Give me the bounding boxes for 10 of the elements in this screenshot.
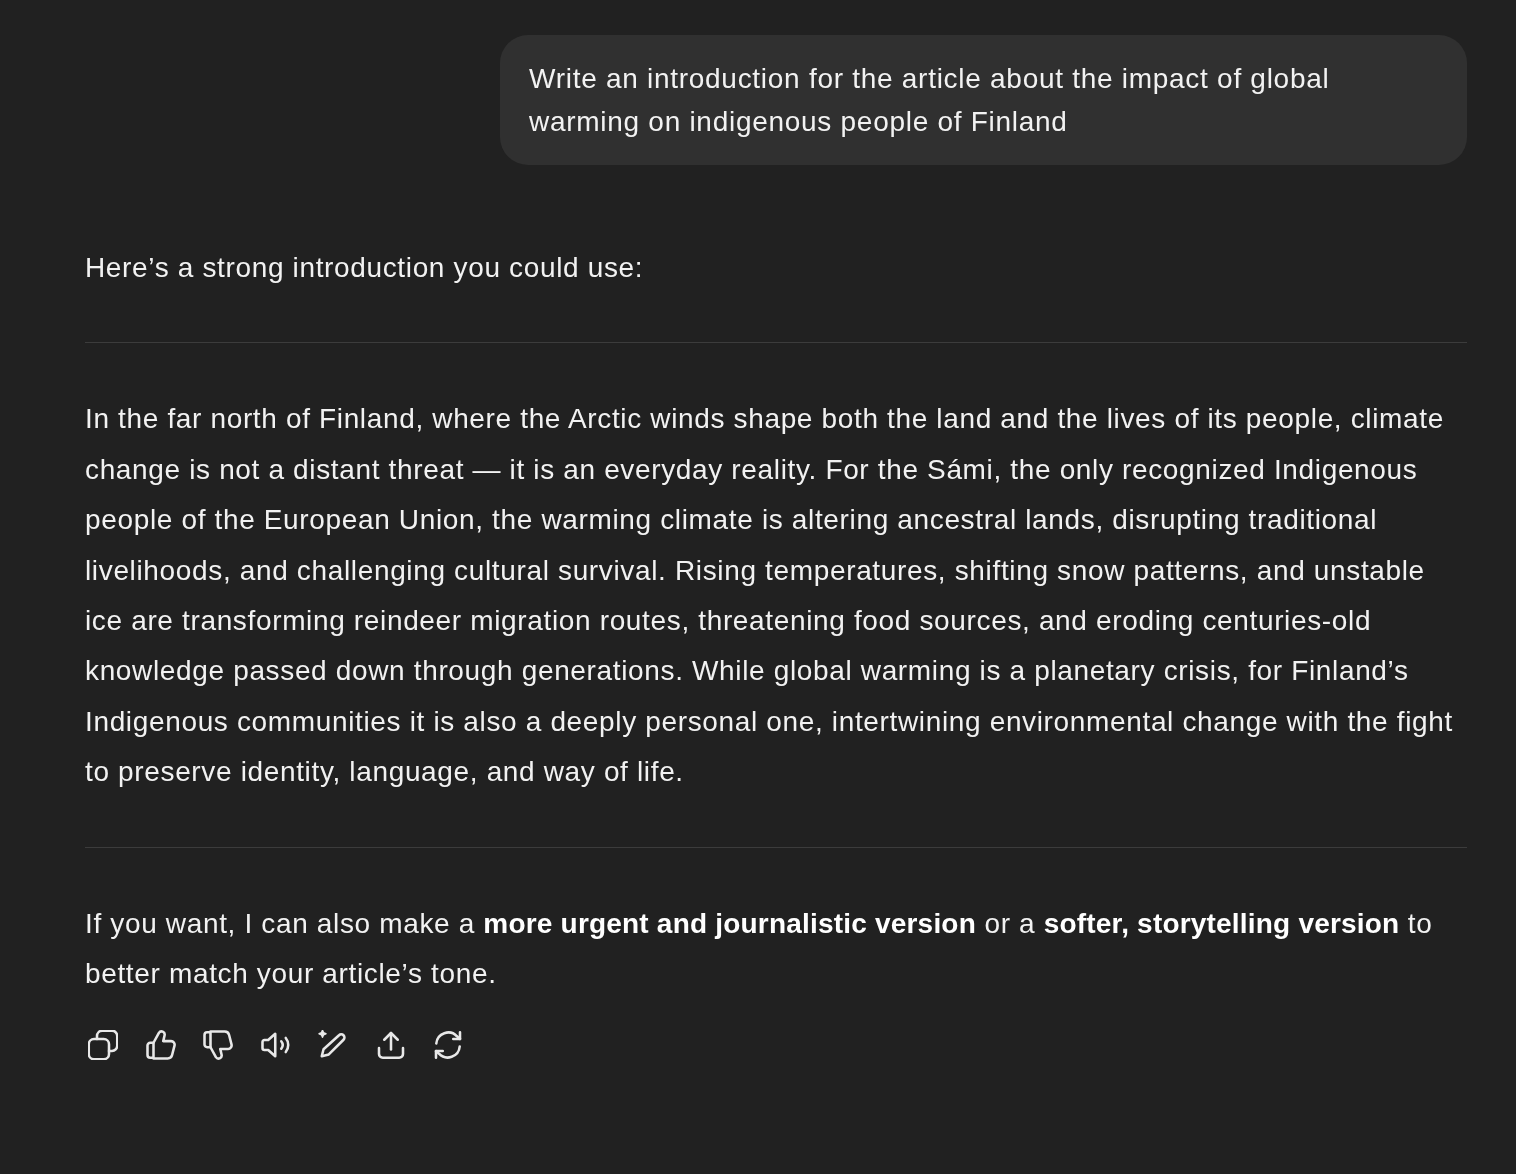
thumbs-up-icon (145, 1030, 176, 1061)
thumbs-down-icon (203, 1030, 233, 1061)
response-text: If you want, I can also make a more urgent and journalistic version or a softer, storytelling version to better match your article’s tone. (85, 906, 1434, 992)
copy-icon (88, 1030, 118, 1061)
upload-icon (375, 1030, 406, 1061)
user-message: Write an introduction for the article about the impact of global warming on indigenous people of Finland (500, 35, 1467, 165)
refresh-icon (433, 1030, 463, 1061)
response-text: Here’s a strong introduction you could use: (85, 251, 645, 285)
response-text: In the far north of Finland, where the Arctic winds shape both the land and the lives of its people, climate change is not a distant threat — it is an everyday reality. For the Sámi, the only recognized Indigenous people of the European Union, the warming climate is altering ancestral lands, disrupting traditional livelihoods, and challenging cultural survival. Rising temperatures, shifting snow patterns, and unstable ice are transforming reindeer migration routes, threatening food sources, and eroding centuries-old knowledge passed down through generations. While global warming is a planetary crisis, for Finland’s Indigenous communities it is also a deeply personal one, intertwining environmental change with the fight to preserve identity, language, and way of life. (85, 402, 1454, 790)
sparkle-pencil-icon (318, 1030, 348, 1061)
